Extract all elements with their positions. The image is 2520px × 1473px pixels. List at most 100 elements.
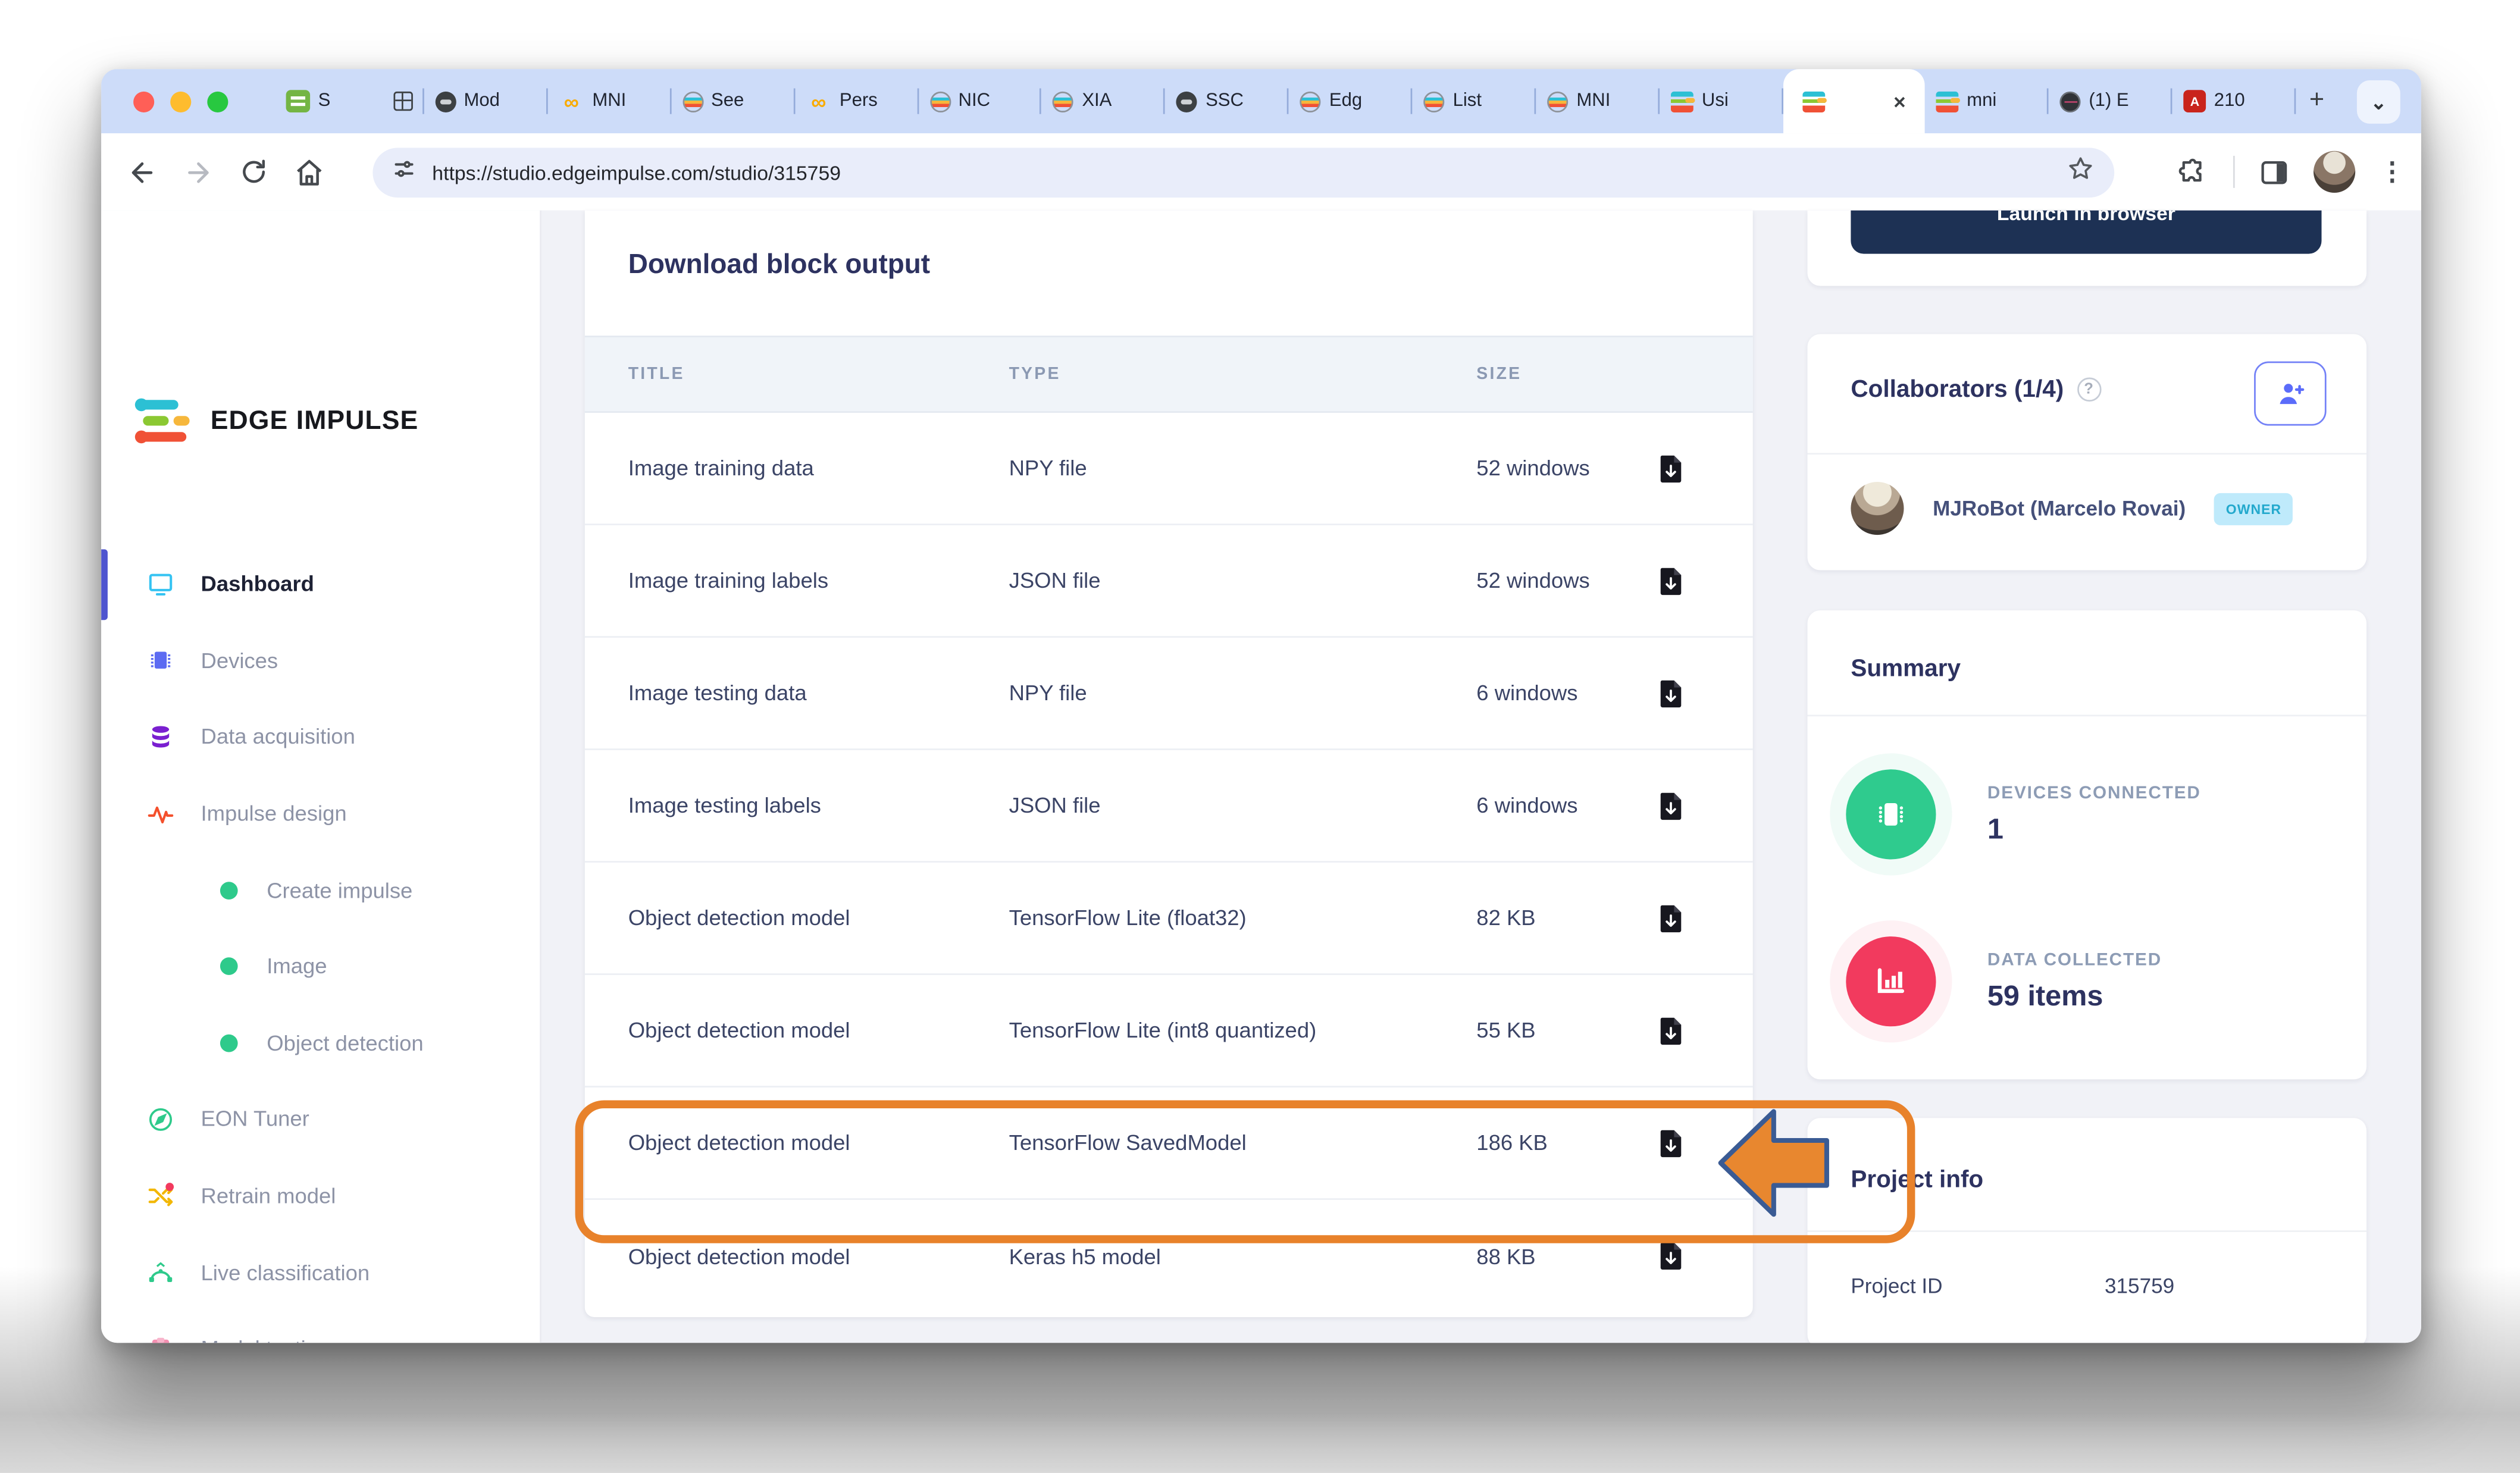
sidebar-item-dashboard[interactable]: Dashboard xyxy=(101,546,540,623)
pdf-favicon: A xyxy=(2184,90,2206,112)
forward-icon[interactable] xyxy=(183,156,214,187)
column-header-type: TYPE xyxy=(1009,365,1459,384)
grid-icon xyxy=(393,92,412,111)
url-text[interactable]: https://studio.edgeimpulse.com/studio/31… xyxy=(432,161,2066,184)
summary-title: Summary xyxy=(1851,656,1961,683)
browser-tab[interactable]: Mod xyxy=(424,69,547,133)
kebab-menu-icon[interactable]: ⋮ xyxy=(2380,156,2405,188)
help-circle-icon[interactable]: ? xyxy=(2077,378,2101,402)
green-dot-icon xyxy=(214,876,243,905)
table-row: Image training labels JSON file 52 windo… xyxy=(585,525,1753,638)
sidebar-item-live-classification[interactable]: Live classification xyxy=(101,1234,540,1311)
cell-type: TensorFlow Lite (int8 quantized) xyxy=(1009,1018,1459,1043)
active-browser-tab[interactable]: × xyxy=(1783,69,1925,133)
seeed-favicon xyxy=(286,90,311,112)
extensions-puzzle-icon[interactable] xyxy=(2178,156,2209,187)
cell-type: TensorFlow Lite (float32) xyxy=(1009,906,1459,930)
browser-tab[interactable]: MNI xyxy=(1536,69,1660,133)
sidebar-item-create-impulse[interactable]: Create impulse xyxy=(101,852,540,929)
sidebar-item-devices[interactable]: Devices xyxy=(101,623,540,700)
new-tab-button[interactable]: + xyxy=(2296,69,2337,133)
home-icon[interactable] xyxy=(294,156,324,187)
browser-tab[interactable]: SSC xyxy=(1166,69,1289,133)
zoom-window-button[interactable] xyxy=(207,91,228,112)
collaborator-avatar[interactable] xyxy=(1851,482,1904,535)
back-icon[interactable] xyxy=(127,156,157,187)
browser-tab[interactable]: List xyxy=(1413,69,1536,133)
browser-window: S Mod ∞ MNI See ∞ Pers xyxy=(101,69,2421,1343)
profile-avatar[interactable] xyxy=(2314,151,2355,193)
browser-tab[interactable]: Usi xyxy=(1660,69,1784,133)
window-controls xyxy=(133,69,228,133)
sidebar-item-data-acquisition[interactable]: Data acquisition xyxy=(101,699,540,776)
sidebar-item-model-testing[interactable]: Model testing xyxy=(101,1311,540,1343)
browser-tab[interactable]: NIC xyxy=(918,69,1042,133)
dark-favicon xyxy=(1176,91,1197,112)
reload-icon[interactable] xyxy=(239,158,268,187)
bookmark-star-icon[interactable] xyxy=(2066,154,2095,191)
ring-favicon xyxy=(1053,91,1074,112)
collaborator-row: MJRoBot (Marcelo Rovai) OWNER xyxy=(1851,482,2333,535)
add-collaborator-button[interactable] xyxy=(2254,362,2327,426)
download-file-icon[interactable] xyxy=(1658,789,1683,822)
cell-size: 88 KB xyxy=(1476,1244,1653,1268)
stat-value: 1 xyxy=(1987,813,2004,847)
cell-title: Object detection model xyxy=(628,906,998,930)
table-row: Image testing data NPY file 6 windows xyxy=(585,638,1753,750)
green-dot-icon xyxy=(214,952,243,981)
browser-tab[interactable]: See xyxy=(671,69,795,133)
column-header-size: SIZE xyxy=(1476,365,1653,384)
table-row-highlighted: Object detection model TensorFlow Lite (… xyxy=(585,975,1753,1087)
tab-title: mni xyxy=(1967,92,2037,111)
tab-search-chevron-icon[interactable]: ⌄ xyxy=(2357,80,2400,124)
sidebar-item-retrain-model[interactable]: Retrain model xyxy=(101,1158,540,1234)
side-panel-icon[interactable] xyxy=(2259,156,2289,187)
download-file-icon[interactable] xyxy=(1658,1240,1683,1272)
download-file-icon[interactable] xyxy=(1658,565,1683,597)
section-heading: Download block output xyxy=(628,249,930,281)
download-file-icon[interactable] xyxy=(1658,902,1683,934)
browser-tab[interactable]: mni xyxy=(1925,69,2049,133)
cell-size: 55 KB xyxy=(1476,1018,1653,1043)
tab-title: 210 xyxy=(2214,92,2285,111)
sidebar-item-image[interactable]: Image xyxy=(101,929,540,1005)
url-bar[interactable]: https://studio.edgeimpulse.com/studio/31… xyxy=(372,148,2114,198)
browser-tab[interactable]: ∞ MNI xyxy=(547,69,671,133)
download-file-icon[interactable] xyxy=(1658,677,1683,709)
minimize-window-button[interactable] xyxy=(170,91,191,112)
sidebar-item-eon-tuner[interactable]: EON Tuner xyxy=(101,1082,540,1158)
browser-tab[interactable]: A 210 xyxy=(2172,69,2296,133)
app-sidebar: EDGE IMPULSE Dashboard Devices xyxy=(101,211,541,1343)
browser-tab[interactable]: ∞ Pers xyxy=(794,69,918,133)
close-tab-icon[interactable]: × xyxy=(1893,91,1906,112)
browser-tab[interactable]: XIA xyxy=(1042,69,1166,133)
download-file-icon[interactable] xyxy=(1658,1014,1683,1046)
tab-title: SSC xyxy=(1206,92,1278,111)
green-dot-icon xyxy=(214,1029,243,1058)
browser-tab[interactable]: Edg xyxy=(1289,69,1413,133)
clipboard-check-icon xyxy=(146,1334,176,1343)
cell-title: Object detection model xyxy=(628,1018,998,1043)
browser-tab[interactable]: (1) E xyxy=(2049,69,2172,133)
project-id-label: Project ID xyxy=(1851,1274,1942,1298)
chip-icon xyxy=(146,646,176,675)
download-file-icon[interactable] xyxy=(1658,452,1683,484)
devices-connected-icon xyxy=(1846,769,1936,859)
browser-tab[interactable]: S xyxy=(275,69,424,133)
cell-title: Image testing labels xyxy=(628,794,998,818)
tab-title: MNI xyxy=(592,92,659,111)
edge-impulse-logo[interactable]: EDGE IMPULSE xyxy=(137,400,419,443)
project-id-value: 315759 xyxy=(2105,1274,2174,1298)
tab-title: Edg xyxy=(1329,92,1401,111)
summary-card: Summary DEVICES CONNECTED 1 DATA COLLECT… xyxy=(1808,610,2367,1079)
tab-title: Usi xyxy=(1702,92,1773,111)
cell-type: NPY file xyxy=(1009,681,1459,706)
close-window-button[interactable] xyxy=(133,91,154,112)
tab-title: MNI xyxy=(1576,92,1648,111)
sidebar-item-impulse-design[interactable]: Impulse design xyxy=(101,776,540,853)
collaborator-name: MJRoBot (Marcelo Rovai) xyxy=(1933,496,2186,521)
launch-in-browser-button[interactable]: Launch in browser xyxy=(1851,211,2321,254)
site-settings-icon[interactable] xyxy=(392,156,417,189)
download-file-icon[interactable] xyxy=(1658,1127,1683,1159)
sidebar-item-object-detection[interactable]: Object detection xyxy=(101,1005,540,1082)
